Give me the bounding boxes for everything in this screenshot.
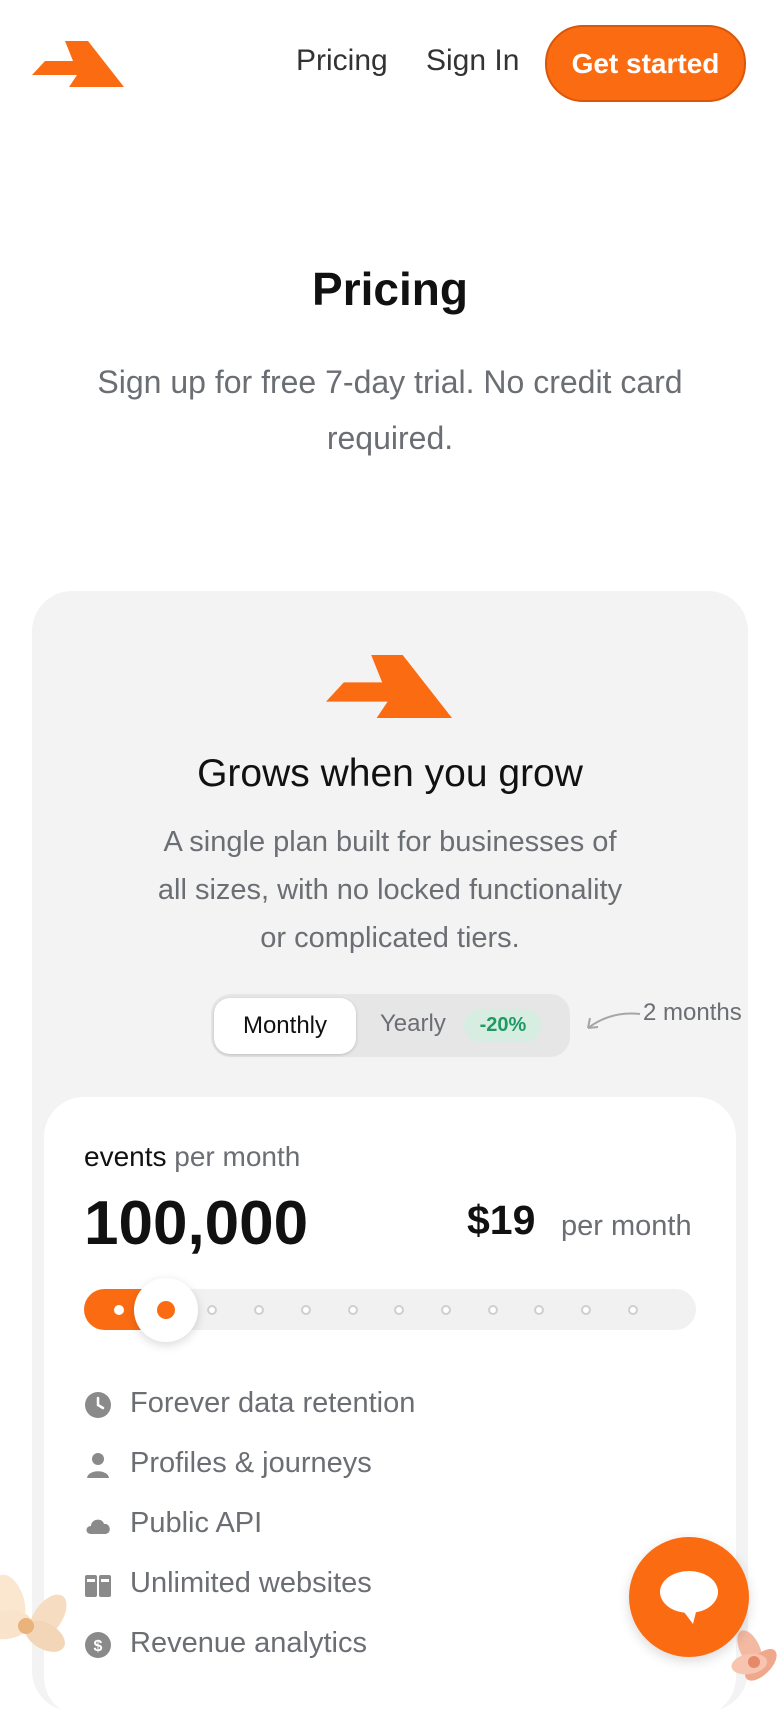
price-unit: per month [561, 1210, 692, 1242]
top-navigation: Pricing Sign In Get started [0, 0, 780, 130]
nav-link-pricing[interactable]: Pricing [296, 44, 388, 78]
yearly-discount-badge: -20% [464, 1009, 542, 1042]
toggle-option-yearly[interactable]: Yearly [380, 1010, 446, 1038]
get-started-button[interactable]: Get started [545, 25, 746, 102]
cloud-icon [86, 1519, 110, 1534]
yearly-savings-note: 2 months [643, 999, 742, 1026]
user-icon [87, 1453, 109, 1478]
slider-step-marker[interactable] [627, 1305, 638, 1315]
events-label-strong: events [84, 1141, 167, 1172]
nav-link-sign-in[interactable]: Sign In [426, 44, 519, 78]
events-label-suffix: per month [174, 1141, 301, 1172]
chat-bubble-icon [660, 1571, 718, 1624]
dollar-icon: $ [85, 1632, 111, 1658]
events-count: 100,000 [84, 1189, 309, 1258]
chat-launcher-button[interactable] [629, 1537, 749, 1657]
clock-icon [85, 1392, 111, 1418]
slider-step-marker[interactable] [300, 1305, 311, 1315]
svg-text:$: $ [94, 1638, 103, 1655]
brand-logo-icon[interactable] [32, 41, 124, 87]
toggle-option-monthly[interactable]: Monthly [214, 998, 356, 1054]
slider-step-marker[interactable] [487, 1305, 498, 1315]
browser-windows-icon [85, 1575, 111, 1597]
feature-label: Unlimited websites [130, 1567, 372, 1599]
slider-step-marker[interactable] [440, 1305, 451, 1315]
plan-price: $19 [467, 1197, 536, 1243]
slider-step-marker[interactable] [347, 1305, 358, 1315]
plan-description: A single plan built for businesses of al… [157, 826, 623, 954]
feature-label: Public API [130, 1507, 263, 1539]
page-title: Pricing [312, 263, 468, 315]
flower-decoration-icon [0, 1574, 67, 1652]
events-label: events per month [84, 1141, 300, 1173]
slider-thumb-dot [157, 1301, 175, 1319]
curved-arrow-icon [587, 1012, 641, 1029]
feature-label: Forever data retention [130, 1387, 416, 1419]
plan-title: Grows when you grow [197, 752, 583, 795]
slider-step-marker[interactable] [114, 1305, 124, 1315]
brand-logo-icon [326, 655, 452, 718]
feature-label: Revenue analytics [130, 1627, 367, 1659]
feature-label: Profiles & journeys [130, 1447, 372, 1479]
flower-decoration-icon [731, 1630, 777, 1681]
page-subtitle: Sign up for free 7-day trial. No credit … [97, 364, 683, 456]
events-slider-thumb[interactable] [134, 1278, 198, 1342]
slider-step-marker[interactable] [581, 1305, 591, 1315]
